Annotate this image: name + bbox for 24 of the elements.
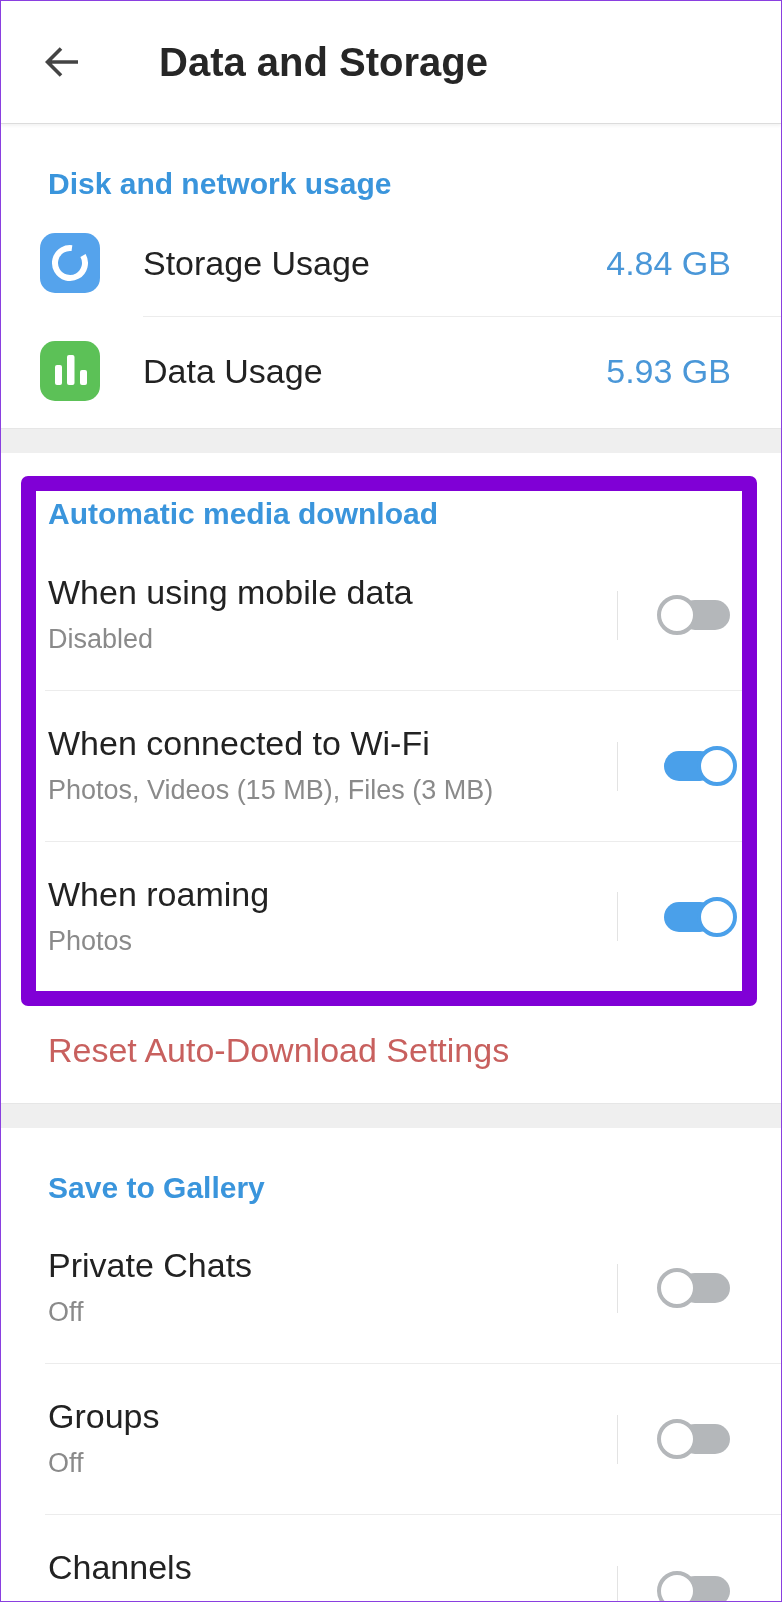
section-header: Disk and network usage (47, 166, 393, 202)
setting-title: When roaming (48, 874, 271, 914)
usage-label: Data Usage (143, 351, 323, 391)
setting-title: Groups (48, 1396, 161, 1436)
usage-amount: 4.84 GB (606, 242, 731, 283)
setting-status: Photos (48, 925, 134, 957)
setting-status: Disabled (48, 623, 155, 655)
reset-button[interactable]: Reset Auto-Download Settings (1, 1006, 781, 1103)
setting-title: When connected to Wi-Fi (48, 723, 431, 763)
left-arrow-icon (45, 46, 79, 78)
setting-status: Photos, Videos (15 MB), Files (3 MB) (48, 774, 495, 806)
setting-title: When using mobile data (48, 572, 414, 612)
screen-title: Data and Storage (159, 39, 488, 86)
section-header: Save to Gallery (47, 1170, 266, 1206)
setting-title: Channels (48, 1547, 193, 1587)
setting-title: Private Chats (48, 1245, 254, 1285)
ring-icon (40, 233, 100, 293)
section-header: Automatic media download (47, 496, 440, 532)
back-button[interactable] (45, 46, 79, 78)
bar-chart-icon (40, 341, 100, 401)
usage-label: Storage Usage (143, 242, 370, 283)
usage-amount: 5.93 GB (606, 351, 731, 391)
setting-status: Off (48, 1447, 85, 1479)
setting-status: Off (48, 1296, 85, 1328)
